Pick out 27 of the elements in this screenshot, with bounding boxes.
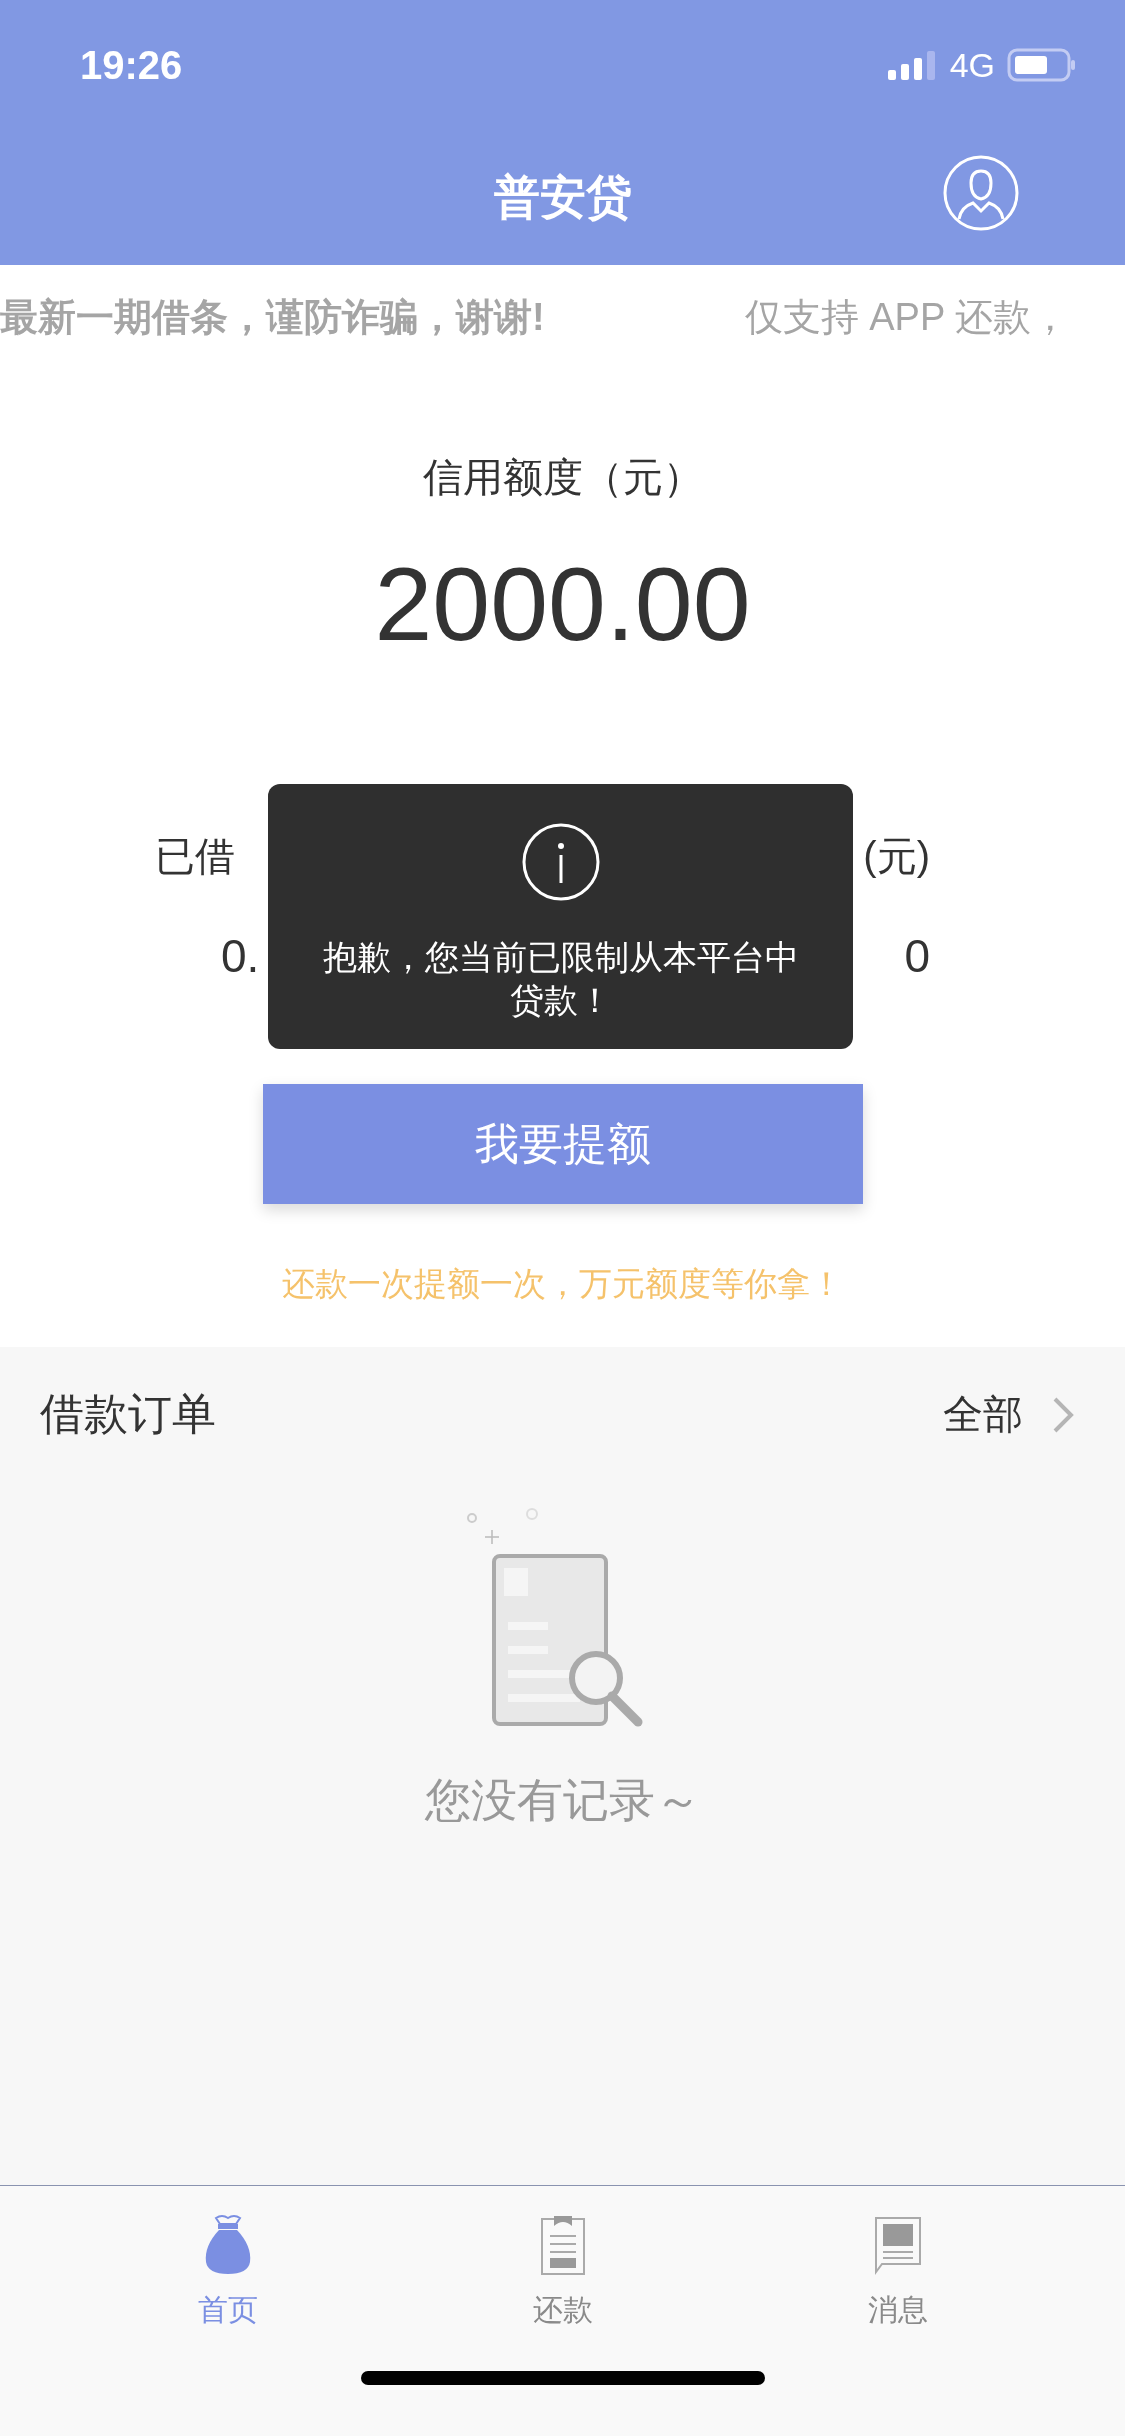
credit-amount: 2000.00 [374, 545, 751, 664]
stat-label: 已借 [155, 833, 235, 880]
notice-text: 仅支持 APP 还款， [744, 295, 1070, 340]
stat-label: (元) [863, 833, 930, 880]
tab[interactable]: 消息 [817, 2214, 978, 2331]
message-icon [873, 2214, 922, 2276]
clipboard-icon [539, 2214, 586, 2276]
toast-message: 抱歉，您当前已限制从本平台中贷款！ [321, 937, 800, 1021]
raise-limit-button[interactable]: 我要提额 [262, 1084, 863, 1204]
app-title: 普安贷 [493, 169, 632, 225]
notice-text: 最新一期借条，谨防诈骗，谢谢! [0, 295, 545, 340]
info-icon [520, 822, 601, 902]
empty-message: 您没有记录～ [424, 1773, 701, 1828]
stat-value: 0 [904, 929, 930, 983]
promo-text: 还款一次提额一次，万元额度等你拿！ [282, 1264, 843, 1304]
stat-value: 0. [220, 929, 260, 983]
view-all-link[interactable]: 全部 [943, 1387, 1023, 1442]
network-label: 4G [949, 45, 995, 85]
section-title: 借款订单 [40, 1388, 217, 1440]
tab[interactable]: 首页 [147, 2214, 308, 2331]
battery-icon [1007, 48, 1077, 82]
home-indicator[interactable] [360, 2371, 765, 2385]
tab[interactable]: 还款 [482, 2214, 643, 2331]
credit-label: 信用额度（元） [422, 454, 703, 501]
status-time: 19:26 [80, 42, 183, 88]
signal-icon [887, 50, 938, 80]
profile-icon[interactable] [943, 155, 1019, 231]
